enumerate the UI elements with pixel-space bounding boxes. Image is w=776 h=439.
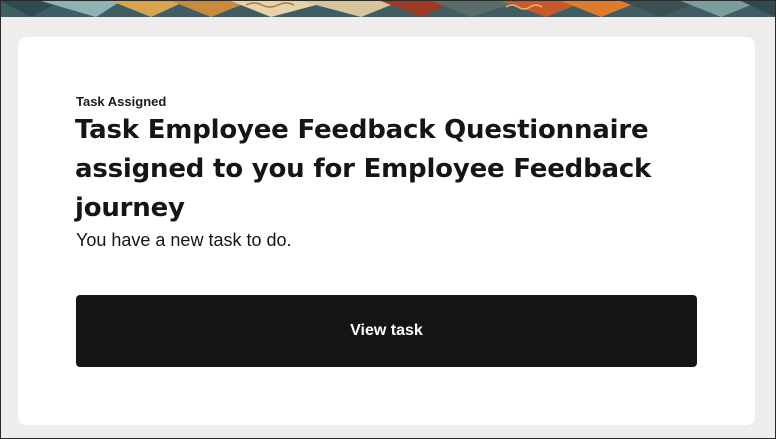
notification-frame: Task Assigned Task Employee Feedback Que… [0,0,776,439]
view-task-button[interactable]: View task [76,295,697,367]
notification-card: Task Assigned Task Employee Feedback Que… [18,37,755,425]
notification-message: You have a new task to do. [76,230,292,250]
decorative-banner-image [1,1,775,17]
notification-type-label: Task Assigned [76,94,167,109]
notification-title: Task Employee Feedback Questionnaire ass… [75,115,652,223]
